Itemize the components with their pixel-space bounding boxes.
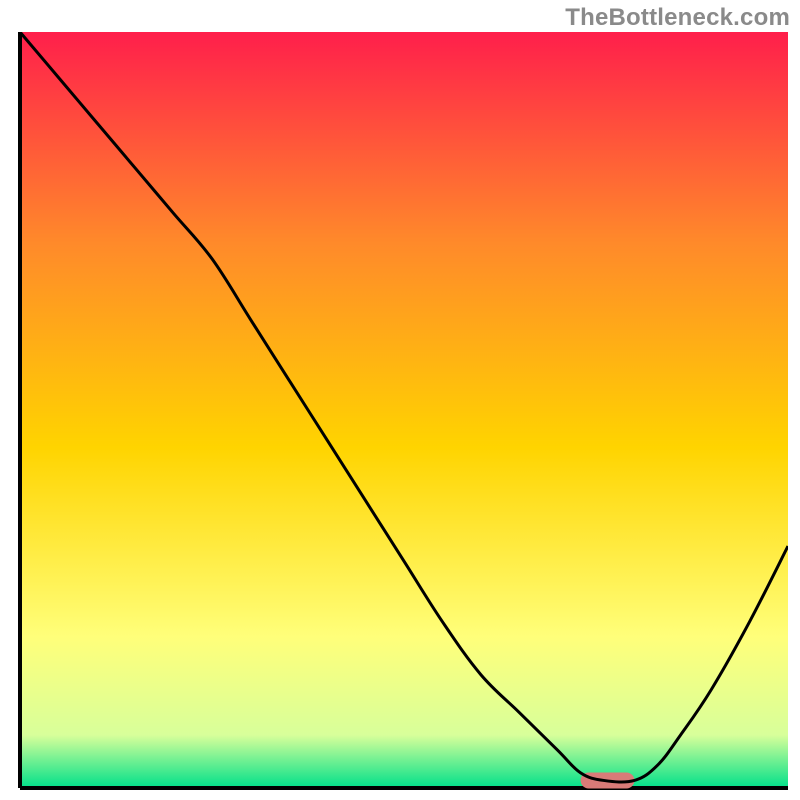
chart-container: { "watermark": "TheBottleneck.com", "cha… <box>0 0 800 800</box>
gradient-background <box>20 32 788 788</box>
bottleneck-plot <box>16 32 788 792</box>
watermark-text: TheBottleneck.com <box>565 4 790 32</box>
